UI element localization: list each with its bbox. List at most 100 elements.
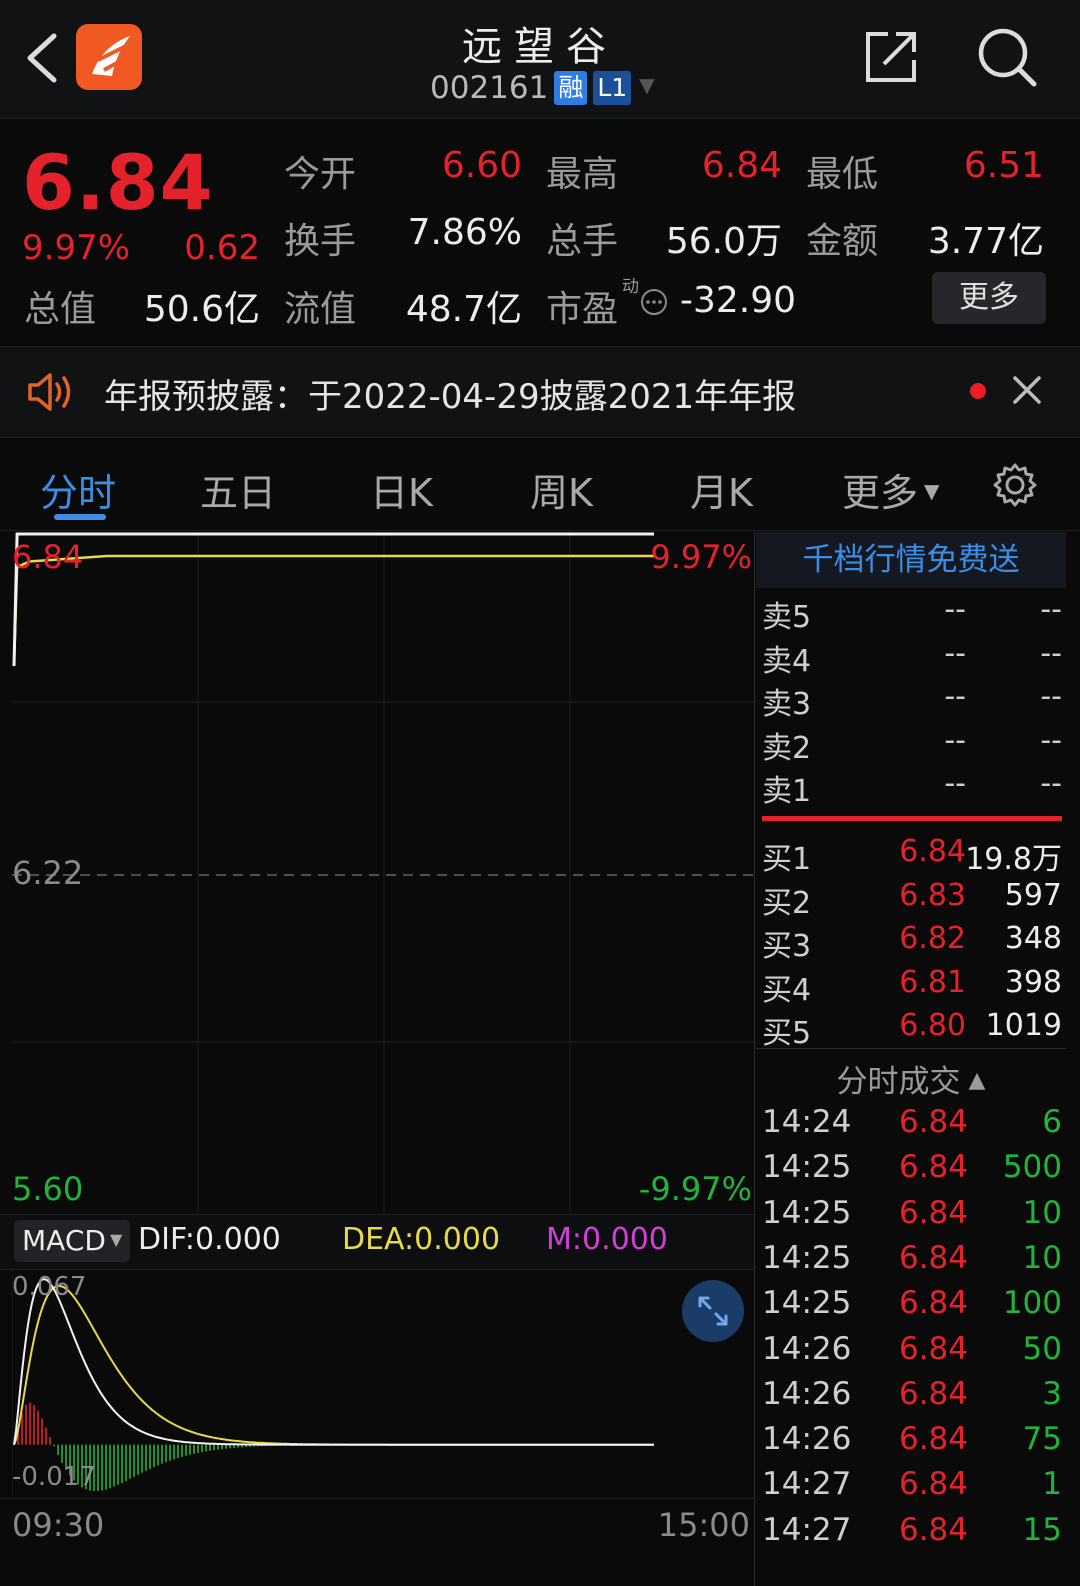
macd-chart[interactable] [12, 1270, 754, 1496]
pe-dynamic-mark: 动 [622, 277, 639, 297]
trade-row[interactable]: 14:24 6.84 6 [762, 1104, 1062, 1149]
stock-code: 002161 [430, 70, 549, 106]
pe-label: 市盈 [546, 289, 619, 330]
trade-price: 6.84 [898, 1104, 968, 1140]
expand-chart-button[interactable] [682, 1280, 744, 1342]
trade-time: 14:26 [762, 1421, 852, 1458]
trade-price: 6.84 [898, 1511, 968, 1548]
trade-time: 14:24 [762, 1104, 852, 1140]
trade-row[interactable]: 14:26 6.84 50 [762, 1331, 1062, 1376]
bid-volume: 398 [1004, 964, 1062, 1000]
tab-five-day[interactable]: 五日 [200, 462, 276, 517]
ask-row[interactable]: 卖3 -- -- [762, 679, 1062, 723]
pct-axis-top: 9.97% [650, 538, 752, 576]
settings-gear-icon[interactable] [992, 462, 1038, 508]
back-icon[interactable] [24, 32, 60, 84]
macd-dropdown-icon: ▼ [110, 1230, 123, 1249]
bid-volume: 1019 [985, 1008, 1062, 1044]
close-icon[interactable] [1012, 375, 1042, 405]
ask-price: -- [944, 635, 966, 671]
ask-row[interactable]: 卖4 -- -- [762, 636, 1062, 680]
trade-row[interactable]: 14:26 6.84 75 [762, 1421, 1062, 1466]
trade-price: 6.84 [898, 1330, 968, 1367]
trades-collapse-icon: ▲ [968, 1068, 986, 1093]
bid-price: 6.81 [899, 964, 966, 1000]
intraday-chart-svg [12, 532, 754, 1218]
stock-code-row: 002161 融 L1 ▼ [430, 70, 655, 106]
trade-price: 6.84 [898, 1149, 968, 1186]
tab-monthly-k[interactable]: 月K [690, 462, 753, 517]
trade-price: 6.84 [898, 1239, 968, 1276]
high-value: 6.84 [701, 145, 782, 186]
ask-level-label: 卖2 [762, 730, 812, 766]
trade-row[interactable]: 14:27 6.84 15 [762, 1512, 1062, 1557]
pe-info-icon[interactable] [640, 288, 668, 316]
ask-volume: -- [1040, 679, 1062, 715]
bid-level-label: 买1 [762, 842, 812, 877]
tab-daily-k[interactable]: 日K [370, 462, 433, 517]
ask-volume: -- [1040, 635, 1062, 671]
intraday-chart[interactable] [12, 532, 754, 1218]
level2-promo-banner[interactable]: 千档行情免费送 [756, 532, 1066, 588]
turnover-label: 换手 [284, 221, 357, 262]
time-axis-end: 15:00 [657, 1506, 750, 1544]
bid-row[interactable]: 买5 6.80 1019 [762, 1008, 1062, 1052]
trade-row[interactable]: 14:27 6.84 1 [762, 1466, 1062, 1511]
ask-price: -- [944, 679, 966, 715]
unread-dot [970, 383, 986, 399]
pct-axis-bottom: -9.97% [638, 1170, 752, 1208]
tab-more[interactable]: 更多 ▼ [842, 462, 939, 517]
ask-row[interactable]: 卖5 -- -- [762, 592, 1062, 636]
notice-bar[interactable]: 年报预披露：于2022-04-29披露2021年年报 [0, 346, 1080, 438]
ask-level-label: 卖4 [762, 643, 812, 679]
time-axis-border [0, 1498, 754, 1499]
trade-time: 14:25 [762, 1239, 852, 1276]
more-quote-button[interactable]: 更多 [932, 272, 1046, 324]
trades-header[interactable]: 分时成交 ▲ [756, 1056, 1066, 1101]
trade-row[interactable]: 14:25 6.84 500 [762, 1149, 1062, 1194]
ask-row[interactable]: 卖2 -- -- [762, 723, 1062, 767]
trades-divider [756, 1048, 1066, 1049]
macd-selector[interactable]: MACD ▼ [14, 1220, 130, 1262]
trade-time: 14:25 [762, 1149, 852, 1186]
ask-price: -- [944, 722, 966, 758]
price-axis-top: 6.84 [12, 538, 84, 576]
app-logo-icon[interactable] [76, 24, 142, 90]
trade-volume: 1 [1042, 1466, 1062, 1503]
bid-row[interactable]: 买3 6.82 348 [762, 921, 1062, 965]
low-label: 最低 [806, 154, 879, 195]
tab-weekly-k[interactable]: 周K [530, 462, 593, 517]
trade-row[interactable]: 14:25 6.84 10 [762, 1195, 1062, 1240]
price-axis-bottom: 5.60 [12, 1170, 84, 1208]
volume-label: 总手 [546, 221, 619, 262]
share-icon[interactable] [864, 28, 920, 84]
level-dropdown-icon[interactable]: ▼ [639, 73, 654, 97]
search-icon[interactable] [976, 26, 1038, 88]
trade-time: 14:26 [762, 1330, 852, 1367]
level-badge[interactable]: L1 [593, 71, 632, 105]
amount-value: 3.77亿 [927, 221, 1044, 262]
spread-divider [762, 816, 1062, 821]
average-price-line [12, 554, 654, 667]
float-cap-label: 流值 [284, 289, 357, 330]
ask-row[interactable]: 卖1 -- -- [762, 766, 1062, 810]
bid-row[interactable]: 买1 6.84 19.8万 [762, 834, 1062, 878]
ask-volume: -- [1040, 592, 1062, 627]
chart-top-border [0, 530, 1080, 531]
notice-text: 年报预披露：于2022-04-29披露2021年年报 [104, 377, 797, 417]
ask-level-label: 卖1 [762, 774, 812, 810]
trade-volume: 75 [1022, 1421, 1062, 1458]
bid-row[interactable]: 买2 6.83 597 [762, 878, 1062, 922]
trade-price: 6.84 [898, 1421, 968, 1458]
ask-price: -- [944, 766, 966, 802]
panel-divider [754, 532, 755, 1586]
bid-level-label: 买4 [762, 972, 812, 1008]
trade-row[interactable]: 14:26 6.84 3 [762, 1376, 1062, 1421]
bid-row[interactable]: 买4 6.81 398 [762, 965, 1062, 1009]
trade-row[interactable]: 14:25 6.84 10 [762, 1240, 1062, 1285]
tab-intraday[interactable]: 分时 [40, 462, 116, 517]
trade-row[interactable]: 14:25 6.84 100 [762, 1285, 1062, 1330]
trade-time: 14:25 [762, 1194, 852, 1231]
margin-badge: 融 [554, 71, 588, 105]
turnover-value: 7.86% [407, 212, 522, 253]
